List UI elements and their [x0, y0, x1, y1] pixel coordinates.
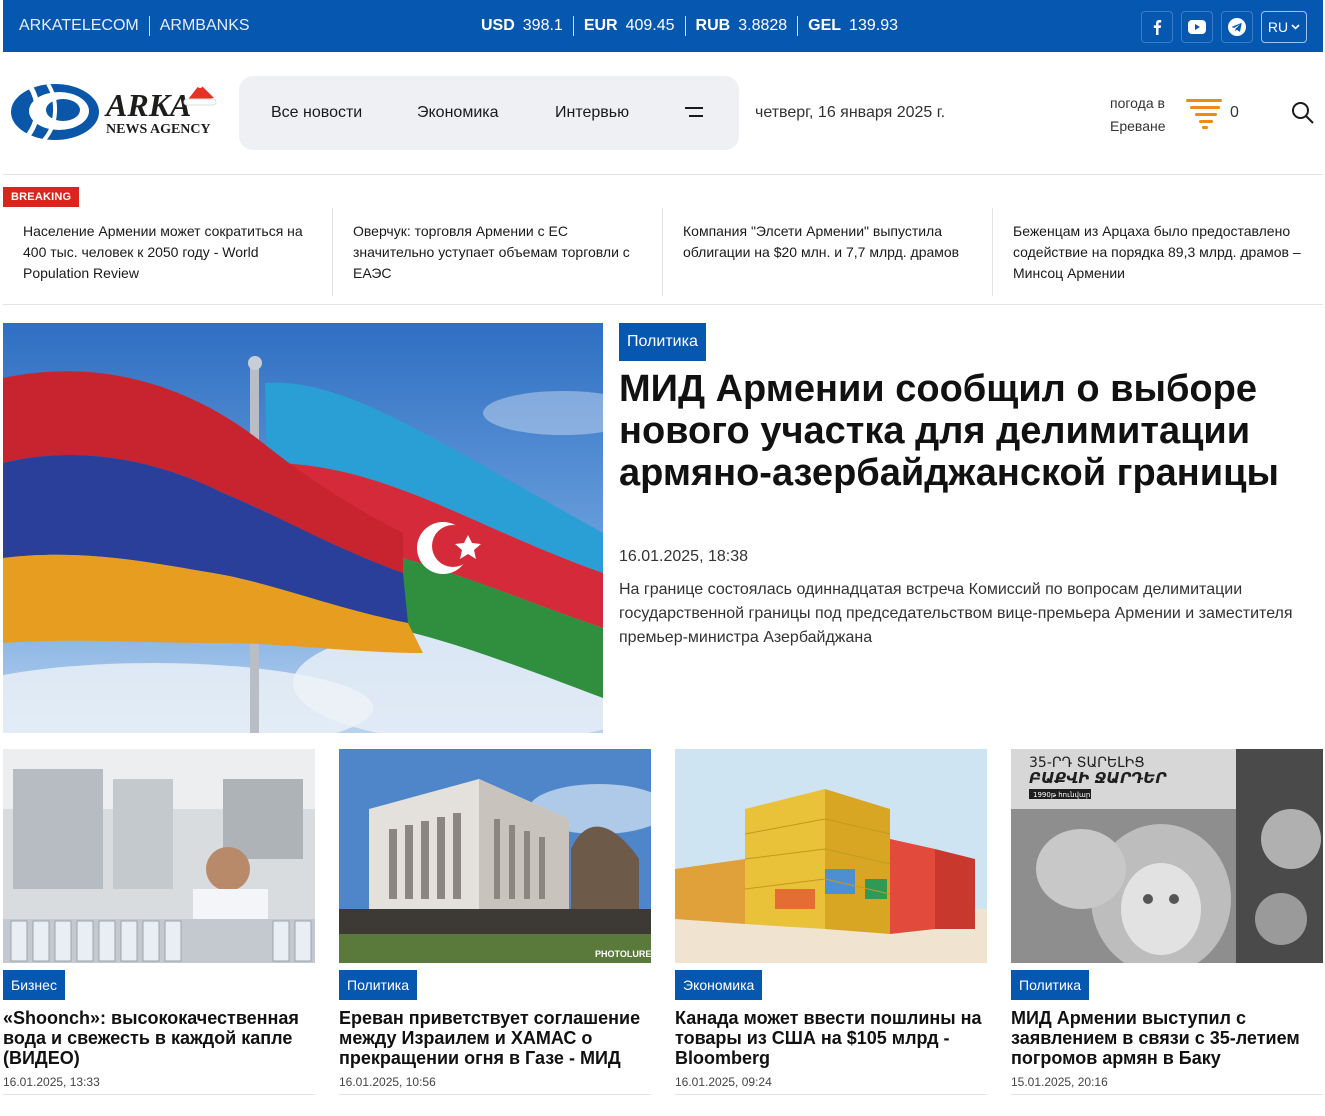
rate-value: 398.1: [522, 17, 563, 34]
nav-item-all-news[interactable]: Все новости: [271, 104, 362, 122]
svg-text:1990թ հունվար: 1990թ հունվար: [1033, 791, 1090, 799]
chevron-down-icon: [1291, 24, 1300, 30]
breaking-divider: [3, 304, 1323, 305]
card-divider: [3, 1094, 315, 1095]
language-select[interactable]: RU: [1261, 11, 1307, 43]
logo-mark: ARKA NEWS AGENCY: [11, 82, 217, 142]
fog-weather-icon: [1186, 99, 1222, 129]
main-nav: Все новости Экономика Интервью: [239, 76, 739, 150]
top-bar: ARKATELECOM ARMBANKS USD 398.1 EUR 409.4…: [3, 0, 1323, 52]
telegram-button[interactable]: [1221, 11, 1253, 43]
social-links: RU: [1141, 11, 1307, 43]
hero-timestamp: 16.01.2025, 18:38: [619, 548, 749, 565]
hero-category[interactable]: Политика: [619, 323, 706, 361]
divider: [684, 16, 686, 36]
youtube-button[interactable]: [1181, 11, 1213, 43]
header-divider: [3, 174, 1323, 175]
weather-temperature: 0: [1230, 104, 1239, 121]
nav-item-interview[interactable]: Интервью: [555, 104, 629, 122]
breaking-item[interactable]: Компания "Элсети Армении" выпустила обли…: [663, 208, 993, 296]
hero-lead: На границе состоялась одиннадцатая встре…: [619, 581, 1293, 646]
rate-code: RUB: [695, 17, 731, 34]
rate-code: USD: [481, 17, 515, 34]
divider: [572, 16, 574, 36]
youtube-icon: [1188, 20, 1206, 34]
rate-value: 409.45: [625, 17, 675, 34]
card-timestamp: 16.01.2025, 10:56: [339, 1075, 436, 1089]
facebook-button[interactable]: [1141, 11, 1173, 43]
card-title[interactable]: МИД Армении выступил с заявлением в связ…: [1011, 1008, 1323, 1068]
rate-rub: RUB 3.8828: [696, 16, 809, 36]
card-title[interactable]: Канада может ввести пошлины на товары из…: [675, 1008, 987, 1068]
weather-label: погода в Ереване: [1110, 95, 1166, 134]
search-icon[interactable]: [1291, 101, 1315, 125]
breaking-item[interactable]: Население Армении может сократиться на 4…: [3, 208, 333, 296]
menu-icon[interactable]: [685, 104, 705, 120]
arka-logo[interactable]: ARKA NEWS AGENCY: [10, 80, 220, 144]
news-card[interactable]: PHOTOLURE Политика Ереван приветствует с…: [339, 749, 651, 1095]
card-divider: [339, 1094, 651, 1095]
card-divider: [675, 1094, 987, 1095]
rate-eur: EUR 409.45: [584, 16, 696, 36]
card-timestamp: 15.01.2025, 20:16: [1011, 1075, 1108, 1089]
rate-value: 3.8828: [738, 17, 788, 34]
svg-text:NEWS AGENCY: NEWS AGENCY: [106, 122, 211, 137]
svg-text:ARKA: ARKA: [104, 87, 191, 123]
hero-title[interactable]: МИД Армении сообщил о выборе нового учас…: [619, 368, 1319, 494]
card-image-building[interactable]: PHOTOLURE: [339, 749, 651, 963]
news-card[interactable]: Бизнес «Shoonch»: высококачественная вод…: [3, 749, 315, 1095]
card-category[interactable]: Политика: [1011, 970, 1089, 1000]
news-card[interactable]: 35-ՐԴ ՏԱՐԵԼԻՑ ԲԱՔՎԻ ՋԱՐԴԵՐ 1990թ հունվար…: [1011, 749, 1323, 1095]
arkatelecom-link[interactable]: ARKATELECOM: [19, 17, 139, 35]
card-image-containers[interactable]: [675, 749, 987, 963]
language-value: RU: [1267, 19, 1289, 35]
divider: [148, 16, 150, 36]
card-category[interactable]: Бизнес: [3, 970, 65, 1000]
rate-gel: GEL 139.93: [808, 17, 898, 35]
svg-text:ԲԱՔՎԻ ՋԱՐԴԵՐ: ԲԱՔՎԻ ՋԱՐԴԵՐ: [1029, 769, 1167, 787]
rate-usd: USD 398.1: [481, 16, 584, 36]
hero-image-flags[interactable]: [3, 323, 603, 733]
card-title[interactable]: Ереван приветствует соглашение между Изр…: [339, 1008, 651, 1068]
news-card[interactable]: Экономика Канада может ввести пошлины на…: [675, 749, 987, 1095]
current-date: четверг, 16 января 2025 г.: [755, 104, 946, 121]
rate-value: 139.93: [849, 17, 898, 34]
armbanks-link[interactable]: ARMBANKS: [160, 17, 250, 35]
telegram-icon: [1228, 18, 1246, 36]
breaking-badge: BREAKING: [3, 187, 80, 207]
exchange-rates: USD 398.1 EUR 409.45 RUB 3.8828 GEL 139.…: [481, 16, 898, 36]
svg-text:PHOTOLURE: PHOTOLURE: [595, 949, 651, 959]
divider: [797, 16, 799, 36]
breaking-item[interactable]: Беженцам из Арцаха было предоставлено со…: [993, 208, 1323, 296]
card-category[interactable]: Политика: [339, 970, 417, 1000]
breaking-news-list: Население Армении может сократиться на 4…: [3, 208, 1323, 296]
card-title[interactable]: «Shoonch»: высококачественная вода и све…: [3, 1008, 315, 1068]
facebook-icon: [1153, 20, 1162, 35]
rate-code: GEL: [808, 17, 842, 34]
card-timestamp: 16.01.2025, 13:33: [3, 1075, 100, 1089]
card-image-factory[interactable]: [3, 749, 315, 963]
card-divider: [1011, 1094, 1323, 1095]
breaking-item[interactable]: Оверчук: торговля Армении с ЕС значитель…: [333, 208, 663, 296]
nav-item-economy[interactable]: Экономика: [417, 104, 499, 122]
rate-code: EUR: [583, 17, 618, 34]
card-image-archive-photo[interactable]: 35-ՐԴ ՏԱՐԵԼԻՑ ԲԱՔՎԻ ՋԱՐԴԵՐ 1990թ հունվար: [1011, 749, 1323, 963]
partner-links: ARKATELECOM ARMBANKS: [19, 16, 250, 36]
card-category[interactable]: Экономика: [675, 970, 763, 1000]
card-timestamp: 16.01.2025, 09:24: [675, 1075, 772, 1089]
